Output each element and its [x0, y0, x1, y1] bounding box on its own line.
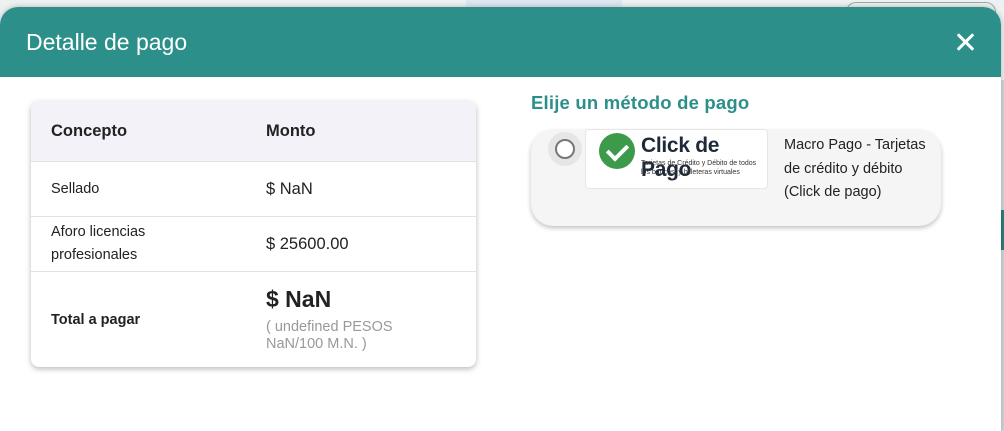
column-header-concept: Concepto	[51, 121, 128, 140]
row-amount: $ 25600.00	[266, 234, 349, 253]
modal-header: Detalle de pago	[0, 7, 1001, 77]
click-de-pago-logo: Click de Pago Tarjetas de Crédito y Débi…	[585, 129, 768, 189]
table-row: Aforo licencias profesionales $ 25600.00	[31, 217, 476, 272]
close-icon[interactable]	[953, 30, 977, 54]
payment-option-macro-pago[interactable]: Click de Pago Tarjetas de Crédito y Débi…	[531, 129, 941, 226]
payment-option-label: Macro Pago - Tarjetas de crédito y débit…	[784, 137, 926, 200]
total-amount: $ NaN	[266, 286, 332, 312]
payment-summary-table: Concepto Monto Sellado $ NaN Aforo licen…	[31, 101, 476, 367]
logo-subtitle: Tarjetas de Crédito y Débito de todos lo…	[641, 160, 757, 176]
modal-title: Detalle de pago	[26, 28, 188, 55]
table-row: Sellado $ NaN	[31, 162, 476, 217]
table-header: Concepto Monto	[31, 101, 476, 162]
checkmark-icon	[599, 133, 635, 169]
total-row: Total a pagar $ NaN ( undefined PESOS Na…	[31, 272, 476, 367]
payment-method-title: Elije un método de pago	[531, 92, 750, 113]
total-label: Total a pagar	[51, 311, 141, 328]
payment-detail-modal: Detalle de pago Concepto Monto Sellado $…	[0, 7, 1001, 431]
row-concept: Sellado	[51, 180, 100, 197]
payment-option-radio[interactable]	[555, 139, 575, 159]
column-header-amount: Monto	[266, 121, 316, 140]
total-amount-in-words: ( undefined PESOS NaN/100 M.N. )	[266, 319, 393, 352]
row-amount: $ NaN	[266, 179, 313, 198]
row-concept: Aforo licencias profesionales	[51, 224, 146, 263]
